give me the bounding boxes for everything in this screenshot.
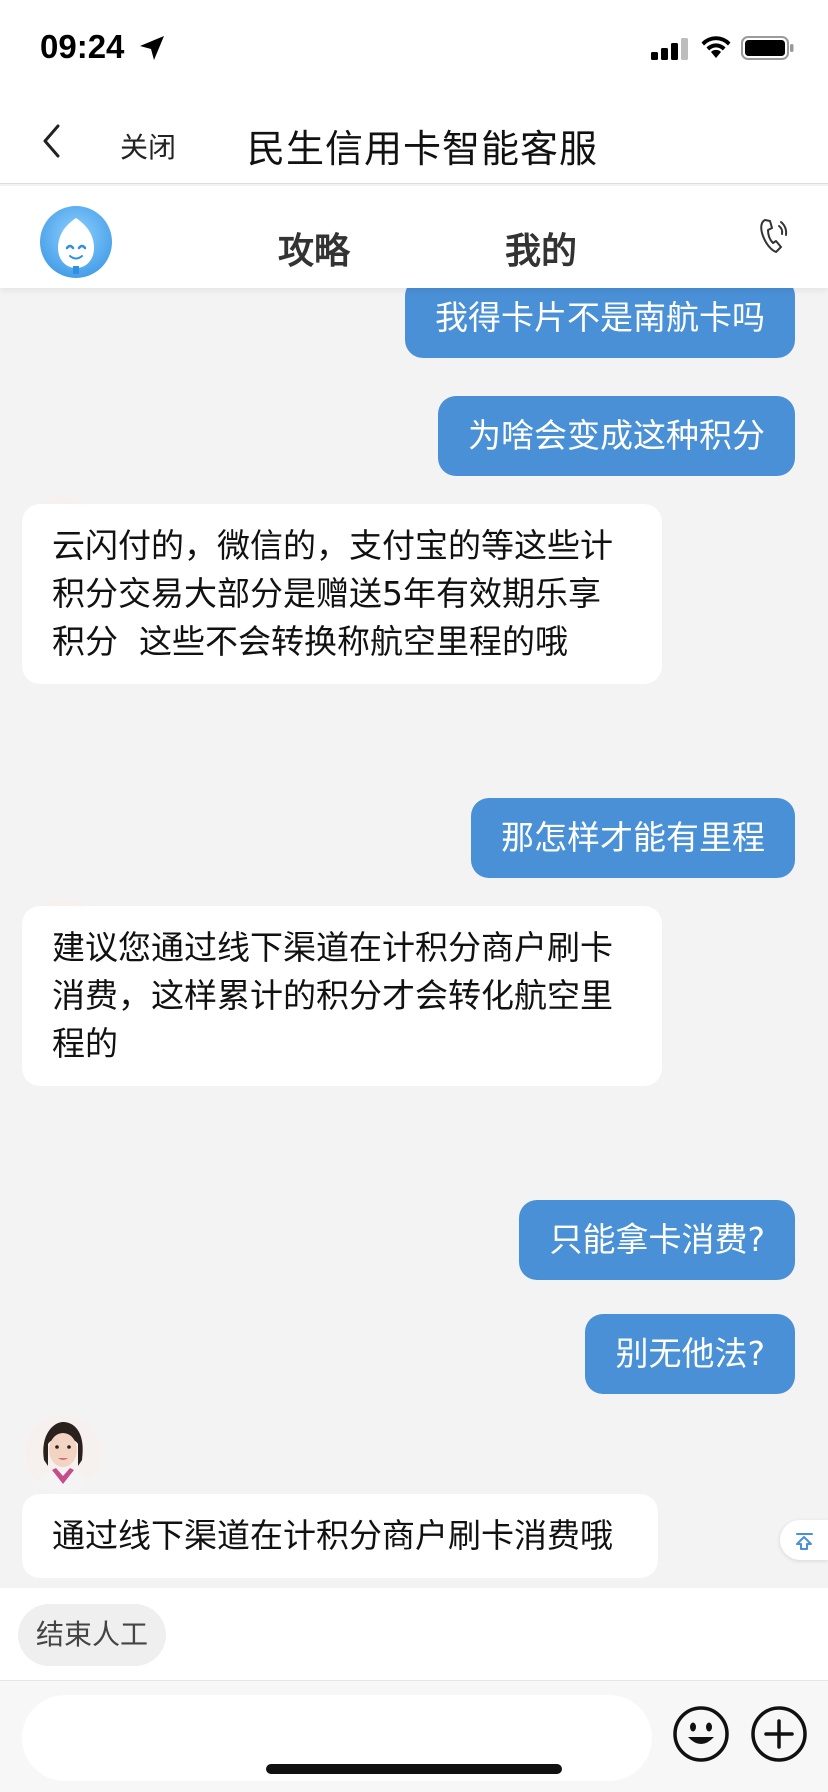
tab-mine[interactable]: 我的 [505,222,577,274]
message-line: 积分 这些不会转换称航空里程的哦 [52,622,568,661]
user-message-bubble: 别无他法? [585,1314,795,1394]
bot-mascot-icon [58,218,94,274]
navigation-bar: 关闭 民生信用卡智能客服 [0,96,828,184]
message-input-area [0,1680,828,1792]
agent-message-bubble: 建议您通过线下渠道在计积分商户刷卡 消费，这样累计的积分才会转化航空里 程的 [22,906,662,1086]
wifi-icon [701,36,731,58]
tab-bar: 攻略 我的 [0,186,828,288]
home-indicator [266,1764,562,1774]
message-text: 我得卡片不是南航卡吗 [435,298,765,337]
location-arrow-icon [140,36,164,60]
user-message-bubble: 我得卡片不是南航卡吗 [405,288,795,358]
agent-message-bubble: 云闪付的，微信的，支付宝的等这些计 积分交易大部分是赠送5年有效期乐享 积分 这… [22,504,662,684]
message-line: 积分交易大部分是赠送5年有效期乐享 [52,574,601,613]
status-bar: 09:24 [0,0,828,96]
scroll-to-top-button[interactable] [780,1520,828,1560]
agent-avatar [24,1414,102,1492]
message-text: 那怎样才能有里程 [501,818,765,857]
bot-avatar[interactable] [40,206,112,278]
chat-message-list[interactable]: 我得卡片不是南航卡吗 为啥会变成这种积分 云闪付的，微信的，支付宝的等这些计 积… [0,288,828,1588]
message-line: 消费，这样累计的积分才会转化航空里 [52,976,613,1015]
message-line: 建议您通过线下渠道在计积分商户刷卡 [52,928,613,967]
message-text: 为啥会变成这种积分 [468,416,765,455]
status-time: 09:24 [40,28,125,65]
message-text: 只能拿卡消费? [549,1220,765,1259]
page-title: 民生信用卡智能客服 [247,127,599,171]
emoji-icon[interactable] [672,1705,730,1763]
back-chevron-icon[interactable] [40,123,64,159]
user-message-bubble: 为啥会变成这种积分 [438,396,795,476]
message-line: 云闪付的，微信的，支付宝的等这些计 [52,526,613,565]
quick-action-bar: 结束人工 [0,1588,828,1680]
arrow-up-icon [796,1533,813,1550]
message-line: 程的 [52,1024,118,1063]
close-button[interactable]: 关闭 [120,126,176,166]
battery-icon [741,36,794,60]
message-line: 通过线下渠道在计积分商户刷卡消费哦 [52,1516,613,1555]
phone-call-icon[interactable] [758,216,790,256]
tab-guide[interactable]: 攻略 [278,222,350,274]
user-message-bubble: 那怎样才能有里程 [471,798,795,878]
user-message-bubble: 只能拿卡消费? [519,1200,795,1280]
plus-icon[interactable] [750,1705,808,1763]
message-text: 别无他法? [615,1334,765,1373]
agent-portrait-icon [24,1414,102,1492]
cellular-signal-icon [651,38,688,60]
agent-message-bubble: 通过线下渠道在计积分商户刷卡消费哦 [22,1494,658,1578]
end-human-service-button[interactable]: 结束人工 [18,1604,167,1666]
